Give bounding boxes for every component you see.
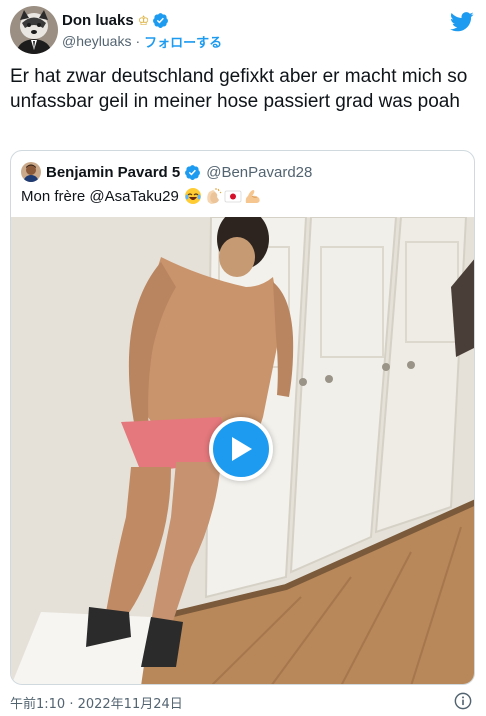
name-row: Don luaks ♔ [62, 10, 222, 30]
quote-text: Mon frère @AsaTaku29 [21, 187, 179, 205]
play-icon [232, 437, 252, 461]
clapping-hands-icon [207, 188, 222, 204]
tweet-timestamp[interactable]: 午前1:10 · 2022年11月24日 [10, 693, 183, 712]
tweet-text: Er hat zwar deutschland gefixkt aber er … [10, 66, 468, 112]
verified-badge-icon [185, 164, 201, 180]
author-display-name[interactable]: Don luaks [62, 12, 134, 29]
tweet-footer: 午前1:10 · 2022年11月24日 [10, 692, 476, 712]
video-player[interactable] [11, 217, 474, 684]
tweet-header: Don luaks ♔ @heyluaks · フォローする [10, 6, 476, 56]
quote-text-row: Mon frère @AsaTaku29 [21, 187, 262, 205]
quote-tweet-card[interactable]: Benjamin Pavard 5 @BenPavard28 Mon frère… [10, 150, 475, 685]
verified-badge-icon [153, 12, 169, 28]
quote-author-name[interactable]: Benjamin Pavard 5 [46, 164, 180, 181]
author-handle[interactable]: @heyluaks [62, 33, 131, 49]
author-info: Don luaks ♔ @heyluaks · フォローする [62, 10, 222, 51]
handle-row: @heyluaks · フォローする [62, 31, 222, 51]
quote-author-handle[interactable]: @BenPavard28 [206, 164, 312, 181]
author-avatar[interactable] [10, 6, 58, 54]
follow-button[interactable]: フォローする [144, 32, 222, 51]
face-with-tears-of-joy-icon [184, 188, 201, 204]
separator: · [135, 33, 141, 49]
japan-flag-icon [224, 190, 242, 203]
quote-header: Benjamin Pavard 5 @BenPavard28 [21, 161, 312, 183]
crown-icon: ♔ [137, 12, 150, 28]
play-button[interactable] [209, 417, 273, 481]
twitter-bird-icon[interactable] [450, 12, 474, 32]
info-icon[interactable] [454, 692, 472, 710]
quote-author-avatar[interactable] [21, 162, 41, 182]
flexed-biceps-icon [245, 190, 260, 203]
